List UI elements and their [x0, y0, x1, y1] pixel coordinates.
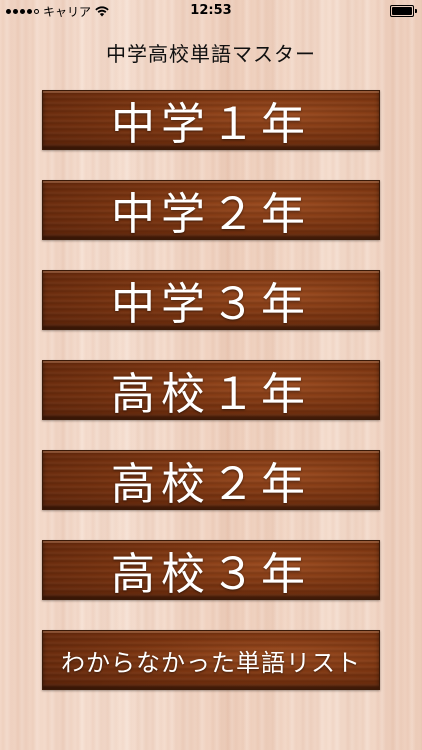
- unknown-words-list-button[interactable]: わからなかった単語リスト: [42, 630, 380, 690]
- battery-icon: [390, 5, 417, 17]
- high-school-2-button[interactable]: 高校２年: [42, 450, 380, 510]
- junior-high-2-button[interactable]: 中学２年: [42, 180, 380, 240]
- high-school-1-button[interactable]: 高校１年: [42, 360, 380, 420]
- app-title: 中学高校単語マスター: [106, 42, 316, 66]
- high-school-3-button[interactable]: 高校３年: [42, 540, 380, 600]
- junior-high-1-button[interactable]: 中学１年: [42, 90, 380, 150]
- status-time: 12:53: [190, 3, 232, 18]
- junior-high-3-button[interactable]: 中学３年: [42, 270, 380, 330]
- grade-menu: 中学１年 中学２年 中学３年 高校１年 高校２年 高校３年 わからなかった単語リ…: [42, 90, 380, 720]
- status-bar: キャリア 12:53: [0, 0, 422, 22]
